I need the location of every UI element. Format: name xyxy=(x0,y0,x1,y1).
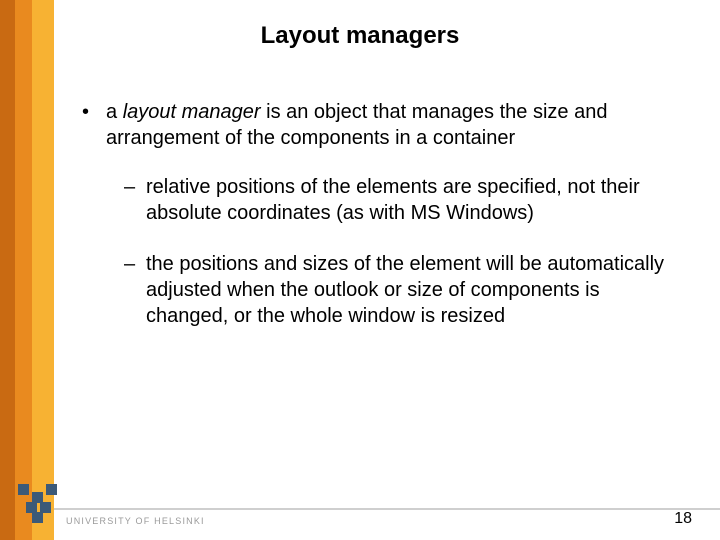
bullet-level2: – the positions and sizes of the element… xyxy=(124,252,682,329)
bullet-text: a layout manager is an object that manag… xyxy=(106,100,682,151)
footer-divider xyxy=(54,508,720,510)
accent-stripe-dark xyxy=(0,0,15,540)
left-accent-bar xyxy=(0,0,54,540)
bullet-level1: • a layout manager is an object that man… xyxy=(82,100,682,151)
bullet-marker-dash: – xyxy=(124,252,146,329)
slide-title: Layout managers xyxy=(0,22,720,50)
footer-institution: UNIVERSITY OF HELSINKI xyxy=(66,516,205,526)
bullet-text: the positions and sizes of the element w… xyxy=(146,252,682,329)
university-logo-icon xyxy=(16,480,60,524)
bullet-marker-dash: – xyxy=(124,175,146,226)
bullet-text-prefix: a xyxy=(106,101,123,123)
page-number: 18 xyxy=(674,510,692,528)
bullet-text: relative positions of the elements are s… xyxy=(146,175,682,226)
slide: Layout managers • a layout manager is an… xyxy=(0,0,720,540)
bullet-text-emphasis: layout manager xyxy=(123,101,261,123)
bullet-level2: – relative positions of the elements are… xyxy=(124,175,682,226)
slide-body: • a layout manager is an object that man… xyxy=(82,100,682,355)
bullet-marker-dot: • xyxy=(82,100,106,151)
